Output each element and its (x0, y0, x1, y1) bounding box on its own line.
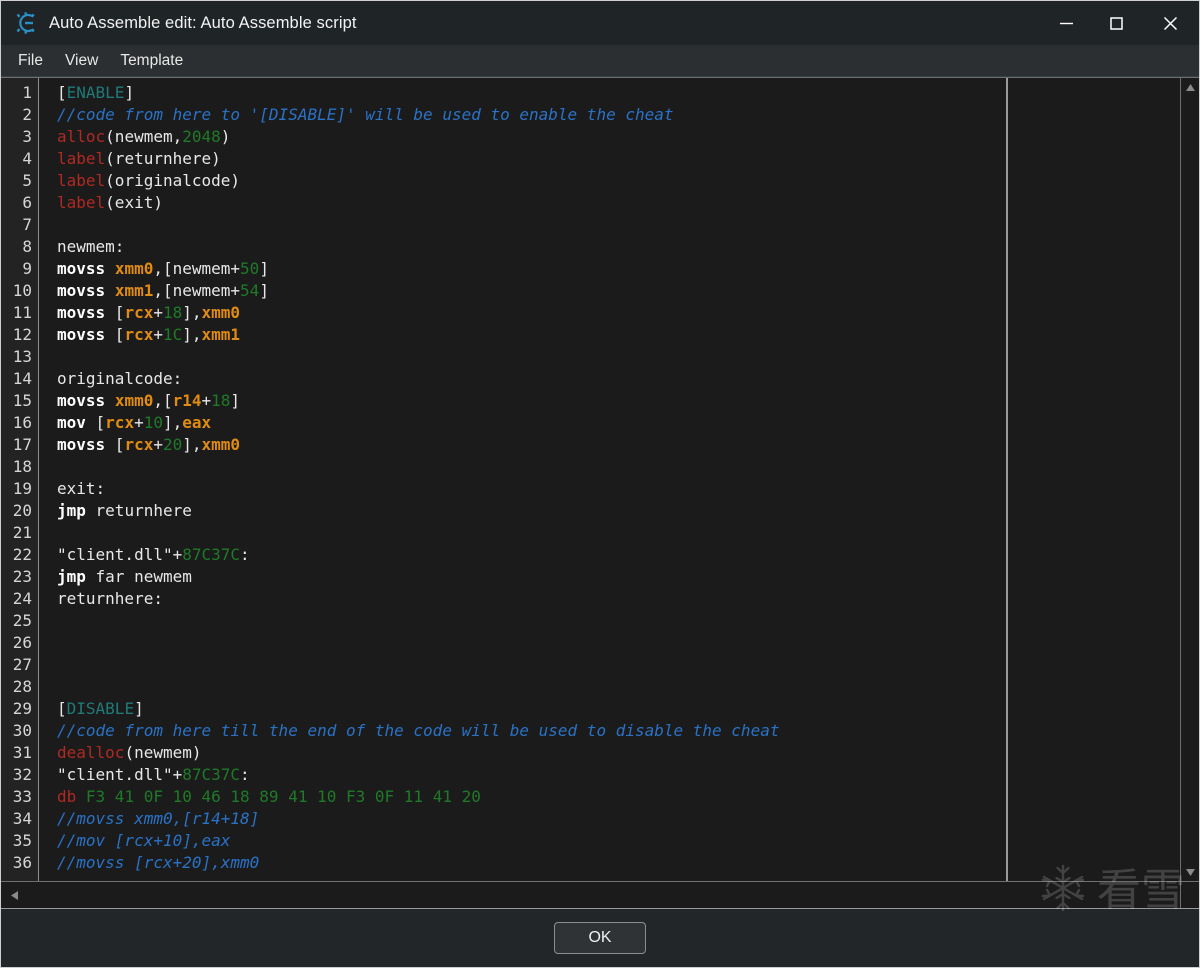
code-line: "client.dll"+87C37C: (57, 545, 250, 564)
line-number: 7 (22, 215, 32, 234)
code-line: movss xmm1,[newmem+54] (57, 281, 269, 300)
vertical-scrollbar[interactable] (1180, 78, 1199, 881)
line-number: 9 (22, 259, 32, 278)
cheat-engine-logo-icon (13, 10, 39, 36)
line-number: 27 (12, 655, 32, 674)
code-line: jmp returnhere (57, 501, 192, 520)
code-line: dealloc(newmem) (57, 743, 202, 762)
line-number: 12 (12, 325, 32, 344)
code-line: alloc(newmem,2048) (57, 127, 231, 146)
code-line: exit: (57, 479, 106, 498)
code-line: movss xmm0,[r14+18] (57, 391, 241, 410)
line-number: 34 (12, 809, 32, 828)
code-line: jmp far newmem (57, 567, 192, 586)
line-number: 36 (12, 853, 32, 872)
line-number: 26 (12, 633, 32, 652)
scroll-up-arrow-icon[interactable] (1181, 78, 1199, 96)
window-controls (1041, 1, 1199, 45)
line-number: 17 (12, 435, 32, 454)
line-number: 8 (22, 237, 32, 256)
line-number: 11 (12, 303, 32, 322)
line-number: 22 (12, 545, 32, 564)
line-number: 13 (12, 347, 32, 366)
line-number: 20 (12, 501, 32, 520)
code-text-area[interactable]: [ENABLE] //code from here to '[DISABLE]'… (39, 78, 1180, 881)
code-line: mov [rcx+10],eax (57, 413, 212, 432)
code-line: returnhere: (57, 589, 163, 608)
line-number: 35 (12, 831, 32, 850)
line-number-gutter: 1 2 3 4 5 6 7 8 9 10 11 12 13 14 15 16 1… (1, 78, 39, 881)
scroll-down-arrow-icon[interactable] (1181, 863, 1199, 881)
code-line: [DISABLE] (57, 699, 144, 718)
line-number: 15 (12, 391, 32, 410)
scrollbar-corner (1180, 882, 1199, 908)
ok-button[interactable]: OK (554, 922, 646, 954)
close-icon[interactable] (1141, 1, 1199, 45)
code-line: //code from here to '[DISABLE]' will be … (57, 105, 674, 124)
code-line: movss [rcx+1C],xmm1 (57, 325, 241, 344)
code-line: label(exit) (57, 193, 163, 212)
line-number: 5 (22, 171, 32, 190)
line-number: 4 (22, 149, 32, 168)
line-number: 23 (12, 567, 32, 586)
code-line: movss [rcx+18],xmm0 (57, 303, 241, 322)
line-number: 31 (12, 743, 32, 762)
code-editor[interactable]: 1 2 3 4 5 6 7 8 9 10 11 12 13 14 15 16 1… (1, 78, 1180, 881)
line-number: 30 (12, 721, 32, 740)
code-line: label(returnhere) (57, 149, 221, 168)
code-line: //mov [rcx+10],eax (57, 831, 231, 850)
line-number: 3 (22, 127, 32, 146)
line-number: 18 (12, 457, 32, 476)
auto-assemble-window: Auto Assemble edit: Auto Assemble script… (0, 0, 1200, 968)
code-line: movss [rcx+20],xmm0 (57, 435, 241, 454)
line-number: 25 (12, 611, 32, 630)
scroll-left-arrow-icon[interactable] (5, 886, 23, 904)
menu-item-view[interactable]: View (54, 50, 109, 72)
horizontal-scrollbar[interactable] (1, 882, 1180, 908)
title-bar: Auto Assemble edit: Auto Assemble script (1, 1, 1199, 45)
line-number: 6 (22, 193, 32, 212)
dialog-footer: OK (1, 908, 1199, 967)
line-number: 19 (12, 479, 32, 498)
line-number: 16 (12, 413, 32, 432)
code-line: movss xmm0,[newmem+50] (57, 259, 269, 278)
line-number: 28 (12, 677, 32, 696)
minimize-icon[interactable] (1041, 1, 1091, 45)
window-title: Auto Assemble edit: Auto Assemble script (49, 13, 357, 32)
line-number: 2 (22, 105, 32, 124)
editor-area: 1 2 3 4 5 6 7 8 9 10 11 12 13 14 15 16 1… (1, 77, 1199, 881)
menu-bar: File View Template (1, 45, 1199, 77)
code-line: originalcode: (57, 369, 183, 388)
line-number: 29 (12, 699, 32, 718)
line-number: 10 (12, 281, 32, 300)
code-line: newmem: (57, 237, 125, 256)
menu-item-template[interactable]: Template (109, 50, 194, 72)
menu-item-file[interactable]: File (7, 50, 54, 72)
code-line: //movss xmm0,[r14+18] (57, 809, 260, 828)
code-line: //code from here till the end of the cod… (57, 721, 780, 740)
code-line: "client.dll"+87C37C: (57, 765, 250, 784)
line-number: 33 (12, 787, 32, 806)
maximize-icon[interactable] (1091, 1, 1141, 45)
horizontal-scrollbar-row (1, 881, 1199, 908)
line-number: 21 (12, 523, 32, 542)
line-number: 24 (12, 589, 32, 608)
line-number: 1 (22, 83, 32, 102)
line-number: 14 (12, 369, 32, 388)
code-line: [ENABLE] (57, 83, 135, 102)
code-line: label(originalcode) (57, 171, 241, 190)
line-number: 32 (12, 765, 32, 784)
code-line: db F3 41 0F 10 46 18 89 41 10 F3 0F 11 4… (57, 787, 481, 806)
code-line: //movss [rcx+20],xmm0 (57, 853, 260, 872)
